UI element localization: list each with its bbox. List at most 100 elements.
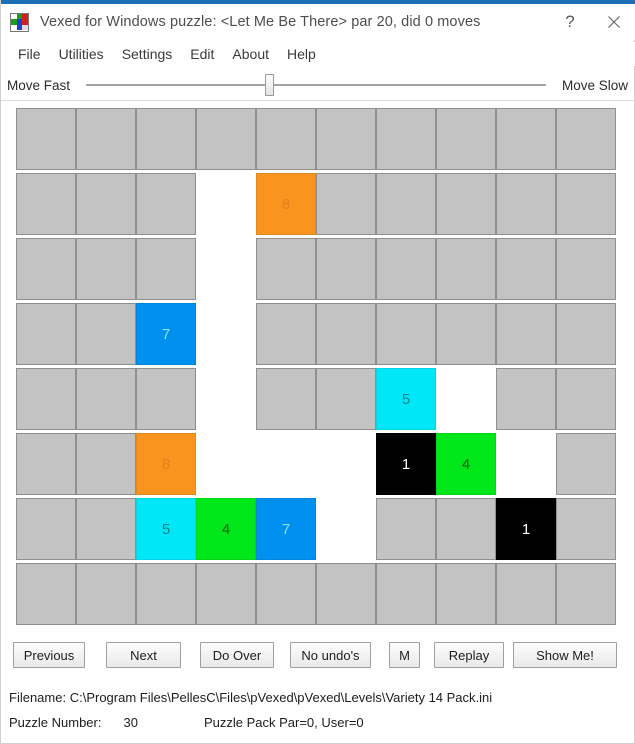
board-row: 8 1 4 bbox=[16, 432, 616, 497]
board-cell-wall bbox=[76, 108, 136, 170]
board-row: 7 bbox=[16, 302, 616, 367]
board-cell-empty bbox=[196, 433, 256, 495]
board-cell-wall bbox=[196, 108, 256, 170]
block-label: 7 bbox=[161, 325, 171, 343]
board-block-7[interactable]: 7 bbox=[136, 303, 196, 365]
board-block-1[interactable]: 1 bbox=[376, 433, 436, 495]
board-cell-wall bbox=[256, 563, 316, 625]
board-cell-wall bbox=[376, 238, 436, 300]
board-cell-empty bbox=[256, 433, 316, 495]
block-label: 1 bbox=[401, 455, 411, 473]
board-cell-wall bbox=[556, 108, 616, 170]
board-cell-wall bbox=[556, 498, 616, 560]
menu-item-file[interactable]: File bbox=[9, 44, 50, 64]
move-speed-slider[interactable] bbox=[80, 73, 552, 97]
board-cell-wall bbox=[76, 433, 136, 495]
board-cell-wall bbox=[256, 303, 316, 365]
board-cell-wall bbox=[376, 108, 436, 170]
board-cell-wall bbox=[76, 173, 136, 235]
help-button[interactable]: ? bbox=[548, 5, 592, 39]
no-undos-button[interactable]: No undo's bbox=[290, 642, 371, 668]
board-block-4[interactable]: 4 bbox=[436, 433, 496, 495]
board-cell-wall bbox=[256, 368, 316, 430]
toolbar-divider bbox=[1, 100, 635, 101]
board-cell-wall bbox=[16, 498, 76, 560]
block-label: 8 bbox=[281, 195, 291, 213]
board-cell-wall bbox=[16, 238, 76, 300]
board-cell-wall bbox=[76, 303, 136, 365]
show-me-button[interactable]: Show Me! bbox=[513, 642, 617, 668]
board-cell-wall bbox=[496, 368, 556, 430]
board-cell-wall bbox=[76, 368, 136, 430]
menu-item-utilities[interactable]: Utilities bbox=[50, 44, 113, 64]
board-cell-wall bbox=[376, 303, 436, 365]
board-cell-wall bbox=[496, 303, 556, 365]
board-cell-wall bbox=[556, 433, 616, 495]
block-label: 4 bbox=[221, 520, 231, 538]
board-cell-wall bbox=[16, 368, 76, 430]
board-cell-wall bbox=[316, 173, 376, 235]
board-cell-empty bbox=[316, 433, 376, 495]
close-button[interactable] bbox=[592, 5, 635, 39]
board-cell-empty bbox=[436, 368, 496, 430]
board-cell-empty bbox=[196, 303, 256, 365]
vexed-blocks-icon bbox=[10, 12, 29, 32]
slider-thumb[interactable] bbox=[264, 74, 274, 96]
board-cell-wall bbox=[436, 173, 496, 235]
board-cell-wall bbox=[436, 108, 496, 170]
move-slow-label: Move Slow bbox=[561, 77, 628, 93]
menu-item-help[interactable]: Help bbox=[278, 44, 325, 64]
board-cell-wall bbox=[556, 368, 616, 430]
board-cell-wall bbox=[556, 238, 616, 300]
board-cell-wall bbox=[436, 563, 496, 625]
block-label: 5 bbox=[401, 390, 411, 408]
board-cell-wall bbox=[316, 368, 376, 430]
board-cell-wall bbox=[556, 563, 616, 625]
board-cell-wall bbox=[136, 238, 196, 300]
board-cell-empty bbox=[316, 498, 376, 560]
m-button[interactable]: M bbox=[389, 642, 420, 668]
puzzle-number-value: 30 bbox=[123, 715, 138, 730]
board-cell-wall bbox=[196, 563, 256, 625]
board-cell-empty bbox=[196, 368, 256, 430]
board-cell-wall bbox=[436, 238, 496, 300]
block-label: 5 bbox=[161, 520, 171, 538]
puzzle-number-label: Puzzle Number: bbox=[9, 715, 102, 730]
board-cell-wall bbox=[16, 303, 76, 365]
board-block-1[interactable]: 1 bbox=[496, 498, 556, 560]
menu-item-settings[interactable]: Settings bbox=[113, 44, 182, 64]
board-row: 8 bbox=[16, 172, 616, 237]
board-cell-empty bbox=[496, 433, 556, 495]
slider-track bbox=[86, 84, 546, 86]
menu-item-edit[interactable]: Edit bbox=[181, 44, 223, 64]
do-over-button[interactable]: Do Over bbox=[200, 642, 274, 668]
next-button[interactable]: Next bbox=[106, 642, 181, 668]
board-cell-wall bbox=[316, 108, 376, 170]
board-block-5[interactable]: 5 bbox=[136, 498, 196, 560]
board-cell-wall bbox=[316, 303, 376, 365]
board-cell-empty bbox=[196, 238, 256, 300]
menu-item-about[interactable]: About bbox=[223, 44, 278, 64]
window-title: Vexed for Windows puzzle: <Let Me Be The… bbox=[40, 14, 481, 30]
board-block-7[interactable]: 7 bbox=[256, 498, 316, 560]
game-board[interactable]: 8 7 5 8 1 4 5 4 7 1 bbox=[16, 107, 616, 627]
previous-button[interactable]: Previous bbox=[13, 642, 85, 668]
move-speed-slider-row: Move Fast Move Slow bbox=[1, 70, 635, 100]
board-cell-wall bbox=[16, 433, 76, 495]
board-cell-wall bbox=[16, 108, 76, 170]
board-block-4[interactable]: 4 bbox=[196, 498, 256, 560]
board-cell-wall bbox=[16, 173, 76, 235]
replay-button[interactable]: Replay bbox=[434, 642, 504, 668]
board-cell-wall bbox=[316, 563, 376, 625]
control-buttons: Previous Next Do Over No undo's M Replay Show … bbox=[1, 638, 635, 672]
board-cell-wall bbox=[136, 173, 196, 235]
board-cell-wall bbox=[136, 563, 196, 625]
filename-label: Filename: bbox=[9, 690, 67, 705]
board-block-8[interactable]: 8 bbox=[256, 173, 316, 235]
board-block-8[interactable]: 8 bbox=[136, 433, 196, 495]
board-block-5[interactable]: 5 bbox=[376, 368, 436, 430]
board-cell-empty bbox=[196, 173, 256, 235]
board-cell-wall bbox=[316, 238, 376, 300]
board-cell-wall bbox=[76, 238, 136, 300]
board-cell-wall bbox=[76, 498, 136, 560]
